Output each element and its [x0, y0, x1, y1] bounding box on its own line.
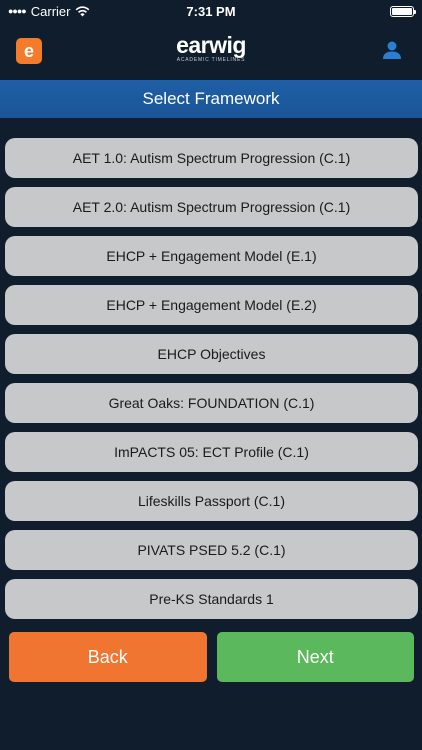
framework-item[interactable]: EHCP Objectives [5, 334, 418, 374]
page-title: Select Framework [0, 80, 422, 118]
status-time: 7:31 PM [186, 3, 236, 19]
framework-item[interactable]: AET 1.0: Autism Spectrum Progression (C.… [5, 138, 418, 178]
framework-item[interactable]: EHCP + Engagement Model (E.2) [5, 285, 418, 325]
framework-item[interactable]: PIVATS PSED 5.2 (C.1) [5, 530, 418, 570]
back-button[interactable]: Back [9, 632, 207, 682]
logo-subtitle: ACADEMIC TIMELINES [176, 57, 246, 63]
earwig-app-icon[interactable]: e [16, 38, 42, 64]
framework-item[interactable]: AET 2.0: Autism Spectrum Progression (C.… [5, 187, 418, 227]
user-profile-icon[interactable] [382, 40, 402, 60]
footer-actions: Back Next [9, 632, 414, 682]
framework-item[interactable]: Lifeskills Passport (C.1) [5, 481, 418, 521]
framework-list: AET 1.0: Autism Spectrum Progression (C.… [5, 138, 418, 628]
next-button[interactable]: Next [216, 632, 414, 682]
framework-item[interactable]: EHCP + Engagement Model (E.1) [5, 236, 418, 276]
battery-icon [390, 5, 416, 17]
framework-item[interactable]: Pre-KS Standards 1 [5, 579, 418, 619]
battery-level [392, 7, 412, 15]
earwig-logo: earwig ACADEMIC TIMELINES [176, 33, 246, 63]
framework-item[interactable]: ImPACTS 05: ECT Profile (C.1) [5, 432, 418, 472]
nav-bar: e earwig ACADEMIC TIMELINES [0, 22, 422, 78]
framework-item[interactable]: Great Oaks: FOUNDATION (C.1) [5, 383, 418, 423]
status-bar: ●●●● Carrier 7:31 PM [0, 0, 422, 22]
logo-text: earwig [176, 32, 246, 58]
